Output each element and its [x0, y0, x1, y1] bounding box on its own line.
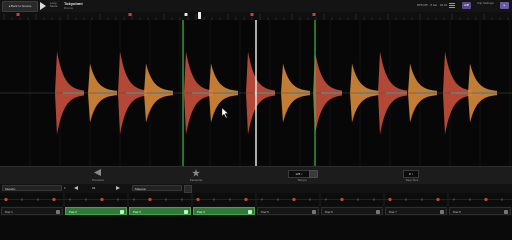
sequencer-step	[164, 198, 168, 201]
playhead-handle	[198, 12, 201, 19]
ruler-marker	[128, 13, 132, 16]
pad-label: Pad 1	[5, 210, 13, 214]
mode-label: Loop Mode	[50, 1, 58, 8]
sequencer-step	[388, 197, 392, 202]
sequencer-step	[356, 198, 360, 201]
pad-edit-icon[interactable]	[184, 210, 188, 214]
sequencer-step	[436, 197, 440, 202]
sequencer-step	[484, 197, 488, 202]
ruler-marker	[16, 13, 20, 16]
ruler-marker	[312, 13, 316, 16]
sequencer-step	[292, 197, 296, 202]
clip-settings-label[interactable]: Clip Settings	[477, 2, 494, 5]
favourite-icon[interactable]	[192, 169, 200, 177]
sequencer-step	[68, 198, 72, 201]
previous-icon[interactable]	[94, 169, 101, 176]
selectors-row: Melodic ▾ 01 Material	[0, 184, 512, 193]
controls-strip: Previous Favourite 125 ↕ Tempo 8 ↕ Step …	[0, 166, 512, 185]
save-icon[interactable]	[184, 185, 192, 193]
sequencer-step	[420, 198, 424, 201]
sequencer-step	[500, 198, 504, 201]
sequencer-step	[84, 198, 88, 201]
category-dropdown-icon[interactable]: ▾	[64, 185, 69, 191]
pad-7[interactable]: Pad 7	[385, 207, 447, 215]
sequencer-step	[132, 198, 136, 201]
pad-1[interactable]: Pad 1	[1, 207, 63, 215]
sequencer-step	[4, 197, 8, 202]
sequencer-step	[180, 198, 184, 201]
material-select[interactable]: Material	[132, 185, 182, 191]
pad-2[interactable]: Pad 2	[65, 207, 127, 215]
pad-label: Pad 4	[197, 210, 205, 214]
pad-edit-icon[interactable]	[376, 210, 380, 214]
mouse-cursor-icon	[221, 107, 229, 119]
pad-edit-icon[interactable]	[248, 210, 252, 214]
sequencer-step	[212, 198, 216, 201]
bpm-readout: BPM 85 · 8 bar · 04:01	[417, 3, 448, 7]
pad-edit-icon[interactable]	[440, 210, 444, 214]
step-sequencer[interactable]	[0, 193, 512, 206]
sequencer-step	[372, 198, 376, 201]
tempo-caption: Tempo	[297, 178, 307, 182]
prev-clip-icon[interactable]	[74, 186, 78, 190]
sequencer-step	[468, 198, 472, 201]
sequencer-step	[36, 198, 40, 201]
pad-edit-icon[interactable]	[504, 210, 508, 214]
sequencer-step	[308, 198, 312, 201]
sequencer-step	[52, 197, 56, 202]
tempo-grid-icon[interactable]	[309, 170, 318, 178]
step-size-caption: Step Size	[405, 178, 419, 182]
sequencer-step	[452, 198, 456, 201]
page-subtitle: Drums	[64, 6, 73, 10]
pad-edit-icon[interactable]	[56, 210, 60, 214]
sequencer-step	[116, 198, 120, 201]
sequencer-step	[340, 197, 344, 202]
ruler-marker	[184, 13, 188, 16]
pad-bank: Pad 1 Pad 2 Pad 3 Pad 4 Pad 5 Pad 6 Pad 7 Pad 8	[0, 206, 512, 216]
favourite-caption: Favourite	[189, 178, 203, 182]
sequencer-step	[148, 197, 152, 202]
pad-6[interactable]: Pad 6	[321, 207, 383, 215]
sequencer-step	[100, 197, 104, 202]
pad-label: Pad 8	[453, 210, 461, 214]
settings-icon[interactable]	[449, 3, 455, 8]
pad-4[interactable]: Pad 4	[193, 207, 255, 215]
sequencer-step	[260, 198, 264, 201]
pad-3[interactable]: Pad 3	[129, 207, 191, 215]
ruler-marker	[250, 13, 254, 16]
ab-compare-button[interactable]: A/B	[462, 2, 471, 9]
sequencer-step	[404, 198, 408, 201]
sequencer-step	[244, 197, 248, 202]
sequencer-step	[20, 198, 24, 201]
category-select[interactable]: Melodic	[2, 185, 62, 191]
pad-label: Pad 6	[325, 210, 333, 214]
play-icon[interactable]	[40, 2, 46, 10]
next-clip-icon[interactable]	[116, 186, 120, 190]
pad-label: Pad 2	[69, 210, 77, 214]
pad-label: Pad 7	[389, 210, 397, 214]
sequencer-step	[196, 197, 200, 202]
back-button[interactable]: ◂ Back to browse	[2, 1, 38, 12]
pad-label: Pad 3	[133, 210, 141, 214]
pad-label: Pad 5	[261, 210, 269, 214]
pad-edit-icon[interactable]	[120, 210, 124, 214]
sequencer-step	[228, 198, 232, 201]
pad-5[interactable]: Pad 5	[257, 207, 319, 215]
clip-index: 01	[92, 186, 96, 190]
tempo-stepper[interactable]: 125 ↕	[288, 170, 310, 178]
waveform-view[interactable]	[0, 20, 512, 166]
previous-caption: Previous	[92, 178, 104, 182]
sequencer-step	[324, 198, 328, 201]
expand-button[interactable]: ▸	[500, 2, 509, 9]
sequencer-step	[276, 198, 280, 201]
pad-8[interactable]: Pad 8	[449, 207, 511, 215]
pad-edit-icon[interactable]	[312, 210, 316, 214]
step-size-stepper[interactable]: 8 ↕	[403, 170, 419, 178]
